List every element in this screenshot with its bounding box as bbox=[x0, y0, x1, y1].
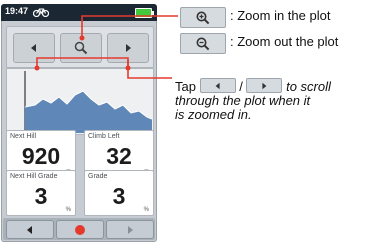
zoom-out-legend-button bbox=[180, 33, 226, 54]
zoom-out-description: : Zoom out the plot bbox=[230, 34, 339, 49]
zoom-in-legend-button bbox=[180, 7, 226, 28]
scroll-line3-text: is zoomed in. bbox=[175, 107, 252, 122]
slash-text: / bbox=[239, 79, 243, 94]
scroll-note-line2: through the plot when it bbox=[175, 94, 387, 108]
zoom-out-icon bbox=[196, 37, 210, 50]
left-arrow-icon bbox=[215, 82, 220, 89]
scroll-description: Tap / to scroll through the plot when it… bbox=[175, 78, 387, 122]
scroll-line2-text: through the plot when it bbox=[175, 93, 311, 108]
inline-right-button bbox=[246, 78, 283, 93]
right-arrow-icon bbox=[262, 82, 267, 89]
inline-left-button bbox=[199, 78, 236, 93]
tap-text: Tap bbox=[175, 79, 196, 94]
zoom-in-icon bbox=[196, 11, 210, 24]
scroll-note-line3: is zoomed in. bbox=[175, 108, 387, 122]
scroll-note-line1: Tap / to scroll bbox=[175, 78, 387, 94]
zoom-in-description: : Zoom in the plot bbox=[230, 8, 331, 23]
to-scroll-text: to scroll bbox=[286, 79, 331, 94]
